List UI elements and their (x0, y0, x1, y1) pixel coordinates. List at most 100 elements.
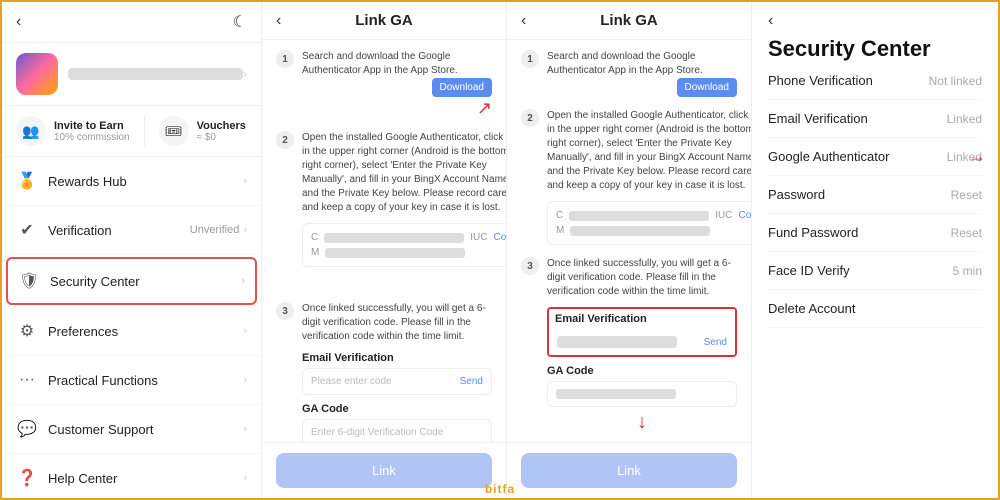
sec-label-delete-account: Delete Account (768, 301, 855, 316)
sec-label-face-id: Face ID Verify (768, 263, 850, 278)
key-box-1: C IUC Copy M (302, 223, 506, 267)
ga-input-section-1: GA Code Enter 6-digit Verification Code (302, 403, 492, 442)
email-label-2: Email Verification (549, 309, 735, 325)
security-center-title: Security Center (768, 36, 982, 62)
menu-label-rewards-hub: Rewards Hub (48, 174, 243, 189)
email-label-1: Email Verification (302, 352, 492, 364)
step-num-2-p3: 2 (521, 109, 539, 127)
watermark: bitfa (485, 482, 515, 496)
sec-row-phone-verification[interactable]: Phone Verification Not linked (768, 62, 982, 100)
step-content-2-p3: Open the installed Google Authenticator,… (547, 109, 751, 245)
link-ga-footer-2: Link (507, 442, 751, 498)
ga-input-2[interactable] (547, 381, 737, 407)
send-button-2[interactable]: Send (704, 337, 727, 348)
step-content-2: Open the installed Google Authenticator,… (302, 131, 506, 290)
step-content-3-p3: Once linked successfully, you will get a… (547, 257, 737, 434)
sidebar-item-practical-functions[interactable]: ··· Practical Functions › (2, 356, 261, 405)
link-ga-back-icon-2[interactable]: ‹ (521, 12, 526, 30)
email-input-section-2: Email Verification Send (547, 307, 737, 357)
sec-label-phone-verification: Phone Verification (768, 73, 873, 88)
sec-label-email-verification: Email Verification (768, 111, 868, 126)
step-text-1: Search and download the Google Authentic… (302, 50, 492, 78)
ga-input-section-2: GA Code (547, 365, 737, 407)
menu-label-help-center: Help Center (48, 471, 243, 486)
sec-row-delete-account[interactable]: Delete Account (768, 290, 982, 328)
sidebar-item-verification[interactable]: ✔ Verification Unverified › (2, 206, 261, 255)
arrow-right-2: ↙ (302, 269, 506, 290)
security-center-header: ‹ (768, 12, 982, 30)
menu-chevron-security-center: › (241, 275, 245, 287)
menu-icon-preferences: ⚙ (16, 320, 38, 342)
username-blur (68, 68, 243, 80)
copy-button-1[interactable]: Copy (493, 232, 506, 243)
sec-row-google-auth[interactable]: Google Authenticator Linked → (768, 138, 982, 176)
download-button-1[interactable]: Download (432, 78, 492, 97)
copy-button-2[interactable]: Copy (738, 210, 751, 221)
user-profile[interactable]: › (2, 43, 261, 106)
menu-badge-verification: Unverified (190, 224, 240, 236)
promo-section: 👥 Invite to Earn 10% commission 🎟 Vouche… (2, 106, 261, 157)
sec-row-email-verification[interactable]: Email Verification Linked (768, 100, 982, 138)
security-list: Phone Verification Not linked Email Veri… (768, 62, 982, 488)
step-num-1-p3: 1 (521, 50, 539, 68)
link-button-2[interactable]: Link (521, 453, 737, 488)
sec-value-password: Reset (951, 188, 982, 202)
step-num-3: 3 (276, 302, 294, 320)
step-2: 2 Open the installed Google Authenticato… (276, 131, 492, 290)
link-ga-back-icon-1[interactable]: ‹ (276, 12, 281, 30)
arrow-right-icon: → (968, 146, 986, 167)
ga-label-1: GA Code (302, 403, 492, 415)
link-ga-panel-1: ‹ Link GA 1 Search and download the Goog… (262, 2, 507, 498)
sec-value-phone-verification: Not linked (929, 74, 982, 88)
link-ga-footer-1: Link (262, 442, 506, 498)
sec-row-fund-password[interactable]: Fund Password Reset (768, 214, 982, 252)
arrow-right-1: ↗ (302, 98, 492, 119)
step-3: 3 Once linked successfully, you will get… (276, 302, 492, 442)
step-num-3-p3: 3 (521, 257, 539, 275)
sec-value-face-id: 5 min (953, 264, 982, 278)
security-center-panel: ‹ Security Center Phone Verification Not… (752, 2, 998, 498)
sidebar-header: ‹ ☾ (2, 2, 261, 43)
invite-text: Invite to Earn 10% commission (54, 120, 130, 143)
step-1: 1 Search and download the Google Authent… (276, 50, 492, 119)
ga-input-1[interactable]: Enter 6-digit Verification Code (302, 419, 492, 442)
menu-label-customer-support: Customer Support (48, 422, 243, 437)
sec-row-face-id[interactable]: Face ID Verify 5 min (768, 252, 982, 290)
invite-icon: 👥 (16, 116, 46, 146)
link-ga-header-2: ‹ Link GA (507, 2, 751, 40)
email-input-2[interactable]: Send (549, 329, 735, 355)
arrow-down-icon: ↓ (547, 411, 737, 434)
sec-value-fund-password: Reset (951, 226, 982, 240)
menu-chevron-practical-functions: › (243, 374, 247, 386)
menu-chevron-rewards-hub: › (243, 175, 247, 187)
ga-label-2: GA Code (547, 365, 737, 377)
sidebar-back-icon[interactable]: ‹ (16, 13, 21, 31)
sidebar-item-help-center[interactable]: ❓ Help Center › (2, 454, 261, 498)
menu-icon-rewards-hub: 🏅 (16, 170, 38, 192)
menu-chevron-preferences: › (243, 325, 247, 337)
security-back-icon[interactable]: ‹ (768, 12, 773, 30)
email-input-1[interactable]: Please enter code Send (302, 368, 492, 395)
link-ga-title-2: Link GA (600, 12, 658, 29)
voucher-icon: 🎟 (159, 116, 189, 146)
send-button-1[interactable]: Send (460, 376, 483, 387)
menu-chevron-customer-support: › (243, 423, 247, 435)
step-content-1-p3: Search and download the Google Authentic… (547, 50, 737, 97)
vouchers[interactable]: 🎟 Vouchers ≈ $0 (159, 116, 246, 146)
sec-label-google-auth: Google Authenticator (768, 149, 889, 164)
profile-chevron-icon: › (243, 67, 247, 81)
step-num-1: 1 (276, 50, 294, 68)
download-button-2[interactable]: Download (677, 78, 737, 97)
sidebar-item-customer-support[interactable]: 💬 Customer Support › (2, 405, 261, 454)
sidebar-item-preferences[interactable]: ⚙ Preferences › (2, 307, 261, 356)
step-text-1-p3: Search and download the Google Authentic… (547, 50, 737, 78)
sec-row-password[interactable]: Password Reset (768, 176, 982, 214)
sidebar-item-security-center[interactable]: 🛡 Security Center › (6, 257, 257, 305)
menu-label-preferences: Preferences (48, 324, 243, 339)
sidebar-item-rewards-hub[interactable]: 🏅 Rewards Hub › (2, 157, 261, 206)
link-ga-title-1: Link GA (355, 12, 413, 29)
step-3-p3: 3 Once linked successfully, you will get… (521, 257, 737, 434)
link-button-1[interactable]: Link (276, 453, 492, 488)
invite-to-earn[interactable]: 👥 Invite to Earn 10% commission (16, 116, 130, 146)
theme-toggle-icon[interactable]: ☾ (233, 12, 247, 32)
